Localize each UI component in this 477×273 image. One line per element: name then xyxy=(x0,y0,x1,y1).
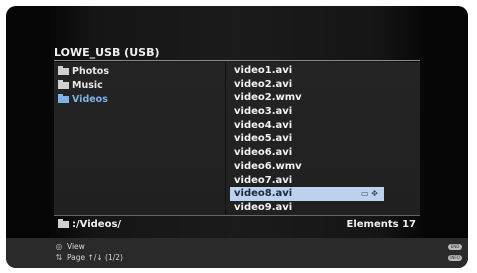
file-item[interactable]: video2.wmv xyxy=(230,91,420,105)
file-item[interactable]: video6.wmv xyxy=(230,160,420,174)
divider-bottom xyxy=(54,215,420,216)
file-item[interactable]: video3.avi xyxy=(230,105,420,119)
end-button-icon: END xyxy=(448,244,462,250)
tv-screen: LOWE_USB (USB) Photos Music Videos video… xyxy=(6,6,468,268)
folder-list: Photos Music Videos xyxy=(58,64,109,106)
column-divider xyxy=(225,62,226,215)
help-view: ◎ View xyxy=(54,242,85,251)
help-view-label: View xyxy=(67,242,85,251)
ok-button-icon: ◎ xyxy=(55,242,63,251)
file-item-label: video8.avi xyxy=(234,188,293,200)
device-title: LOWE_USB (USB) xyxy=(54,46,160,59)
folder-icon xyxy=(58,93,69,103)
file-item[interactable]: video9.avi xyxy=(230,201,420,215)
path-label: :/Videos/ xyxy=(72,219,122,230)
file-list: video1.avi video2.avi video2.wmv video3.… xyxy=(230,64,420,215)
info-button-icon: INFO xyxy=(448,255,462,261)
folder-item-photos[interactable]: Photos xyxy=(58,64,109,78)
folder-item-music[interactable]: Music xyxy=(58,78,109,92)
folder-label: Music xyxy=(72,79,103,91)
help-page: ⇅ Page ↑/↓ (1/2) xyxy=(54,253,123,262)
file-item[interactable]: video2.avi xyxy=(230,78,420,92)
folder-label: Photos xyxy=(72,65,109,77)
file-item[interactable]: video5.avi xyxy=(230,132,420,146)
file-item[interactable]: video4.avi xyxy=(230,119,420,133)
selection-action-icons: ▭ ✥ xyxy=(360,189,378,199)
folder-item-videos[interactable]: Videos xyxy=(58,92,109,106)
folder-label: Videos xyxy=(72,93,108,105)
help-bar: ◎ View ⇅ Page ↑/↓ (1/2) END INFO xyxy=(6,238,468,268)
folder-icon xyxy=(58,79,69,89)
elements-count: Elements 17 xyxy=(346,219,417,230)
file-item[interactable]: video6.avi xyxy=(230,146,420,160)
current-path: :/Videos/ xyxy=(58,219,121,230)
folder-icon xyxy=(58,65,69,75)
page-arrows-icon: ⇅ xyxy=(55,253,63,262)
file-item[interactable]: video1.avi xyxy=(230,64,420,78)
folder-icon xyxy=(58,219,69,228)
help-page-label: Page ↑/↓ (1/2) xyxy=(67,253,123,262)
file-item-selected[interactable]: video8.avi ▭ ✥ xyxy=(230,187,384,201)
divider-top xyxy=(54,60,420,61)
file-item[interactable]: video7.avi xyxy=(230,174,420,188)
